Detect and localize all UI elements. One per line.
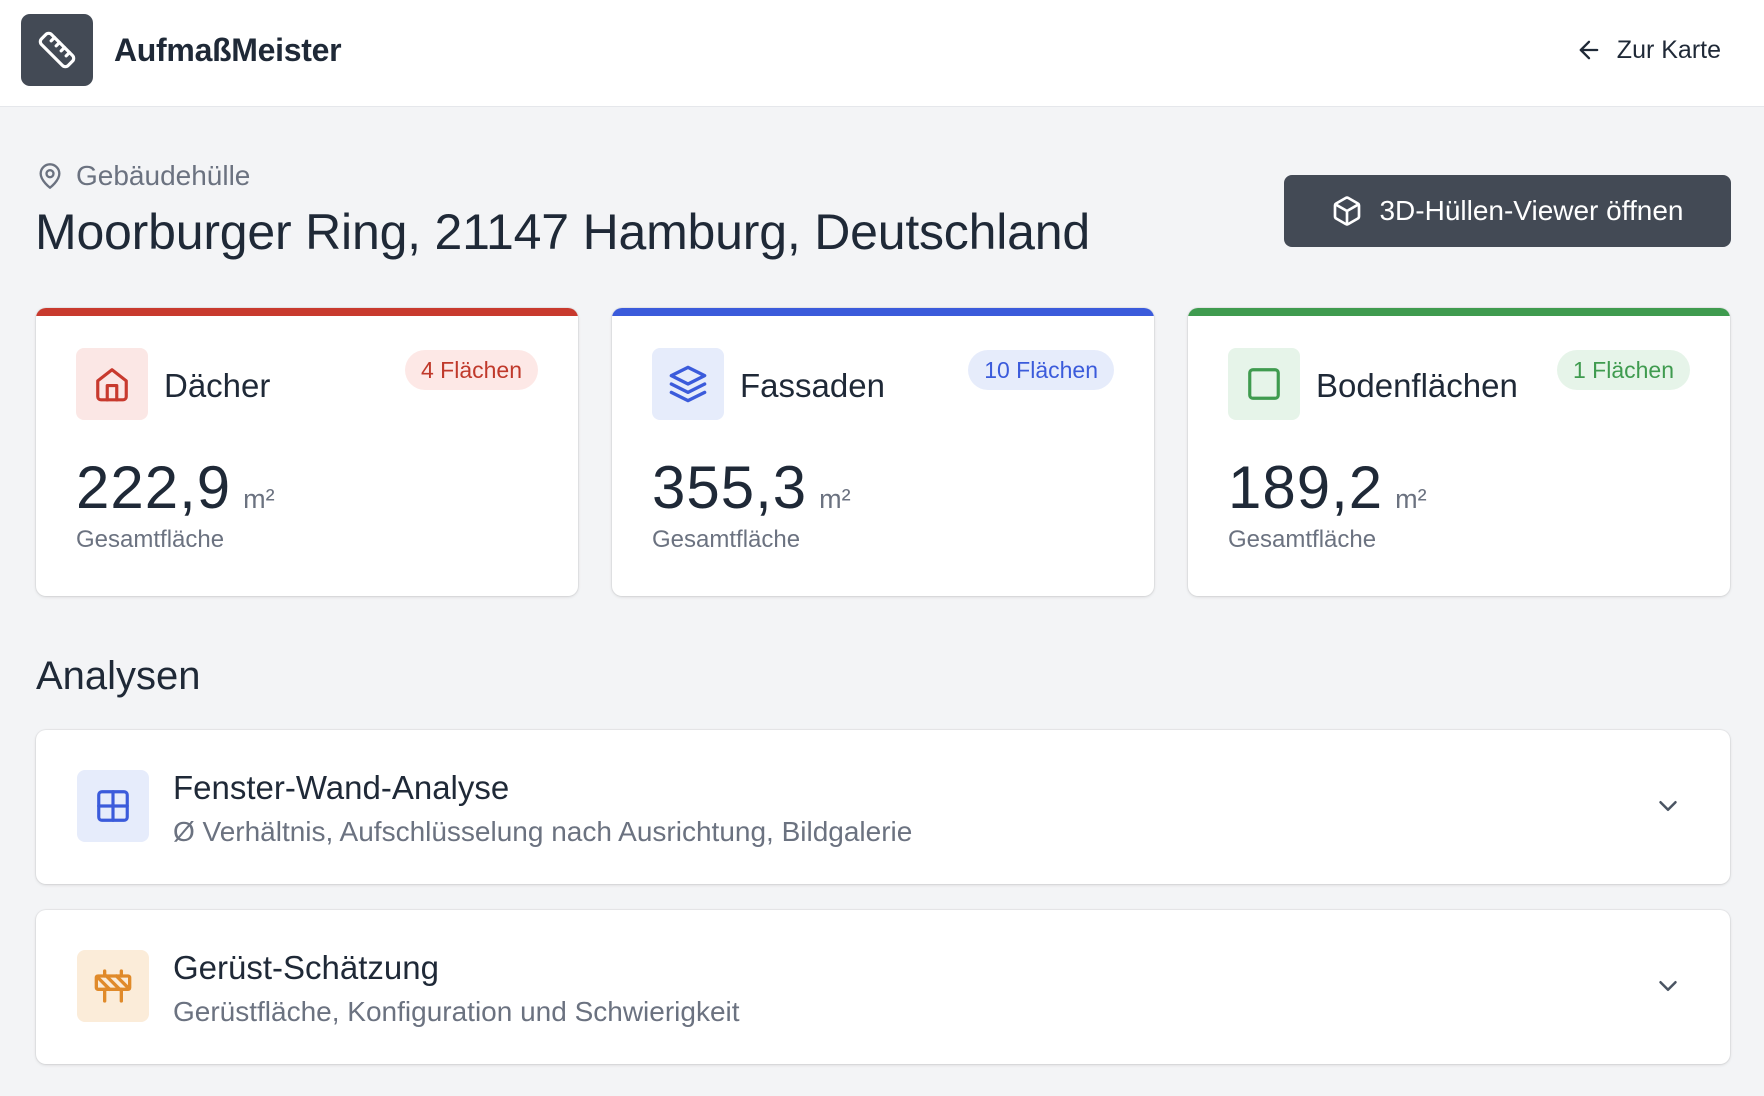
ruler-logo-icon[interactable] — [21, 14, 93, 86]
card-title: Dächer — [164, 367, 271, 404]
home-icon — [76, 348, 148, 420]
map-pin-icon — [36, 162, 64, 190]
chevron-down-icon[interactable] — [1650, 968, 1686, 1004]
breadcrumb-label: Gebäudehülle — [76, 160, 251, 191]
area-unit: m² — [819, 484, 851, 514]
card-floors: Bodenflächen 1 Flächen 189,2 m² Gesamtfl… — [1188, 308, 1730, 596]
area-value: 355,3 — [652, 454, 808, 521]
card-title: Bodenflächen — [1316, 367, 1518, 404]
area-value: 189,2 — [1228, 454, 1384, 521]
analysis-subtitle: Ø Verhältnis, Aufschlüsselung nach Ausri… — [173, 816, 913, 847]
card-title: Fassaden — [740, 367, 885, 404]
back-to-map-link[interactable]: Zur Karte — [1575, 30, 1721, 70]
area-value: 222,9 — [76, 454, 232, 521]
surface-count-badge: 1 Flächen — [1556, 350, 1690, 390]
breadcrumb: Gebäudehülle — [36, 158, 250, 194]
total-area: 222,9 m² — [76, 452, 275, 524]
section-title-analyses: Analysen — [36, 654, 201, 698]
open-3d-viewer-label: 3D-Hüllen-Viewer öffnen — [1379, 195, 1684, 226]
area-unit: m² — [243, 484, 275, 514]
area-unit: m² — [1395, 484, 1427, 514]
card-roofs: Dächer 4 Flächen 222,9 m² Gesamtfläche — [36, 308, 578, 596]
top-bar: AufmaßMeister Zur Karte — [0, 0, 1764, 107]
analysis-title: Fenster-Wand-Analyse — [173, 769, 510, 806]
total-area: 355,3 m² — [652, 452, 851, 524]
analysis-scaffold-estimate[interactable]: Gerüst-Schätzung Gerüstfläche, Konfigura… — [36, 910, 1730, 1064]
total-area: 189,2 m² — [1228, 452, 1427, 524]
barrier-icon — [77, 950, 149, 1022]
area-label: Gesamtfläche — [1228, 526, 1377, 553]
back-link-label: Zur Karte — [1616, 35, 1721, 64]
page-title: Moorburger Ring, 21147 Hamburg, Deutschl… — [35, 204, 1090, 260]
square-icon — [1228, 348, 1300, 420]
card-accent-bar — [612, 308, 1154, 316]
area-label: Gesamtfläche — [76, 526, 225, 553]
open-3d-viewer-button[interactable]: 3D-Hüllen-Viewer öffnen — [1284, 175, 1731, 247]
app-name: AufmaßMeister — [114, 32, 342, 68]
arrow-left-icon — [1575, 36, 1603, 64]
area-label: Gesamtfläche — [652, 526, 801, 553]
card-accent-bar — [36, 308, 578, 316]
surface-count-badge: 10 Flächen — [968, 350, 1114, 390]
analysis-window-wall[interactable]: Fenster-Wand-Analyse Ø Verhältnis, Aufsc… — [36, 730, 1730, 884]
card-accent-bar — [1188, 308, 1730, 316]
analysis-subtitle: Gerüstfläche, Konfiguration und Schwieri… — [173, 996, 740, 1027]
chevron-down-icon[interactable] — [1650, 788, 1686, 824]
box-icon — [1331, 195, 1363, 227]
analysis-title: Gerüst-Schätzung — [173, 949, 439, 986]
surface-count-badge: 4 Flächen — [404, 350, 538, 390]
window-grid-icon — [77, 770, 149, 842]
layers-icon — [652, 348, 724, 420]
card-facades: Fassaden 10 Flächen 355,3 m² Gesamtfläch… — [612, 308, 1154, 596]
